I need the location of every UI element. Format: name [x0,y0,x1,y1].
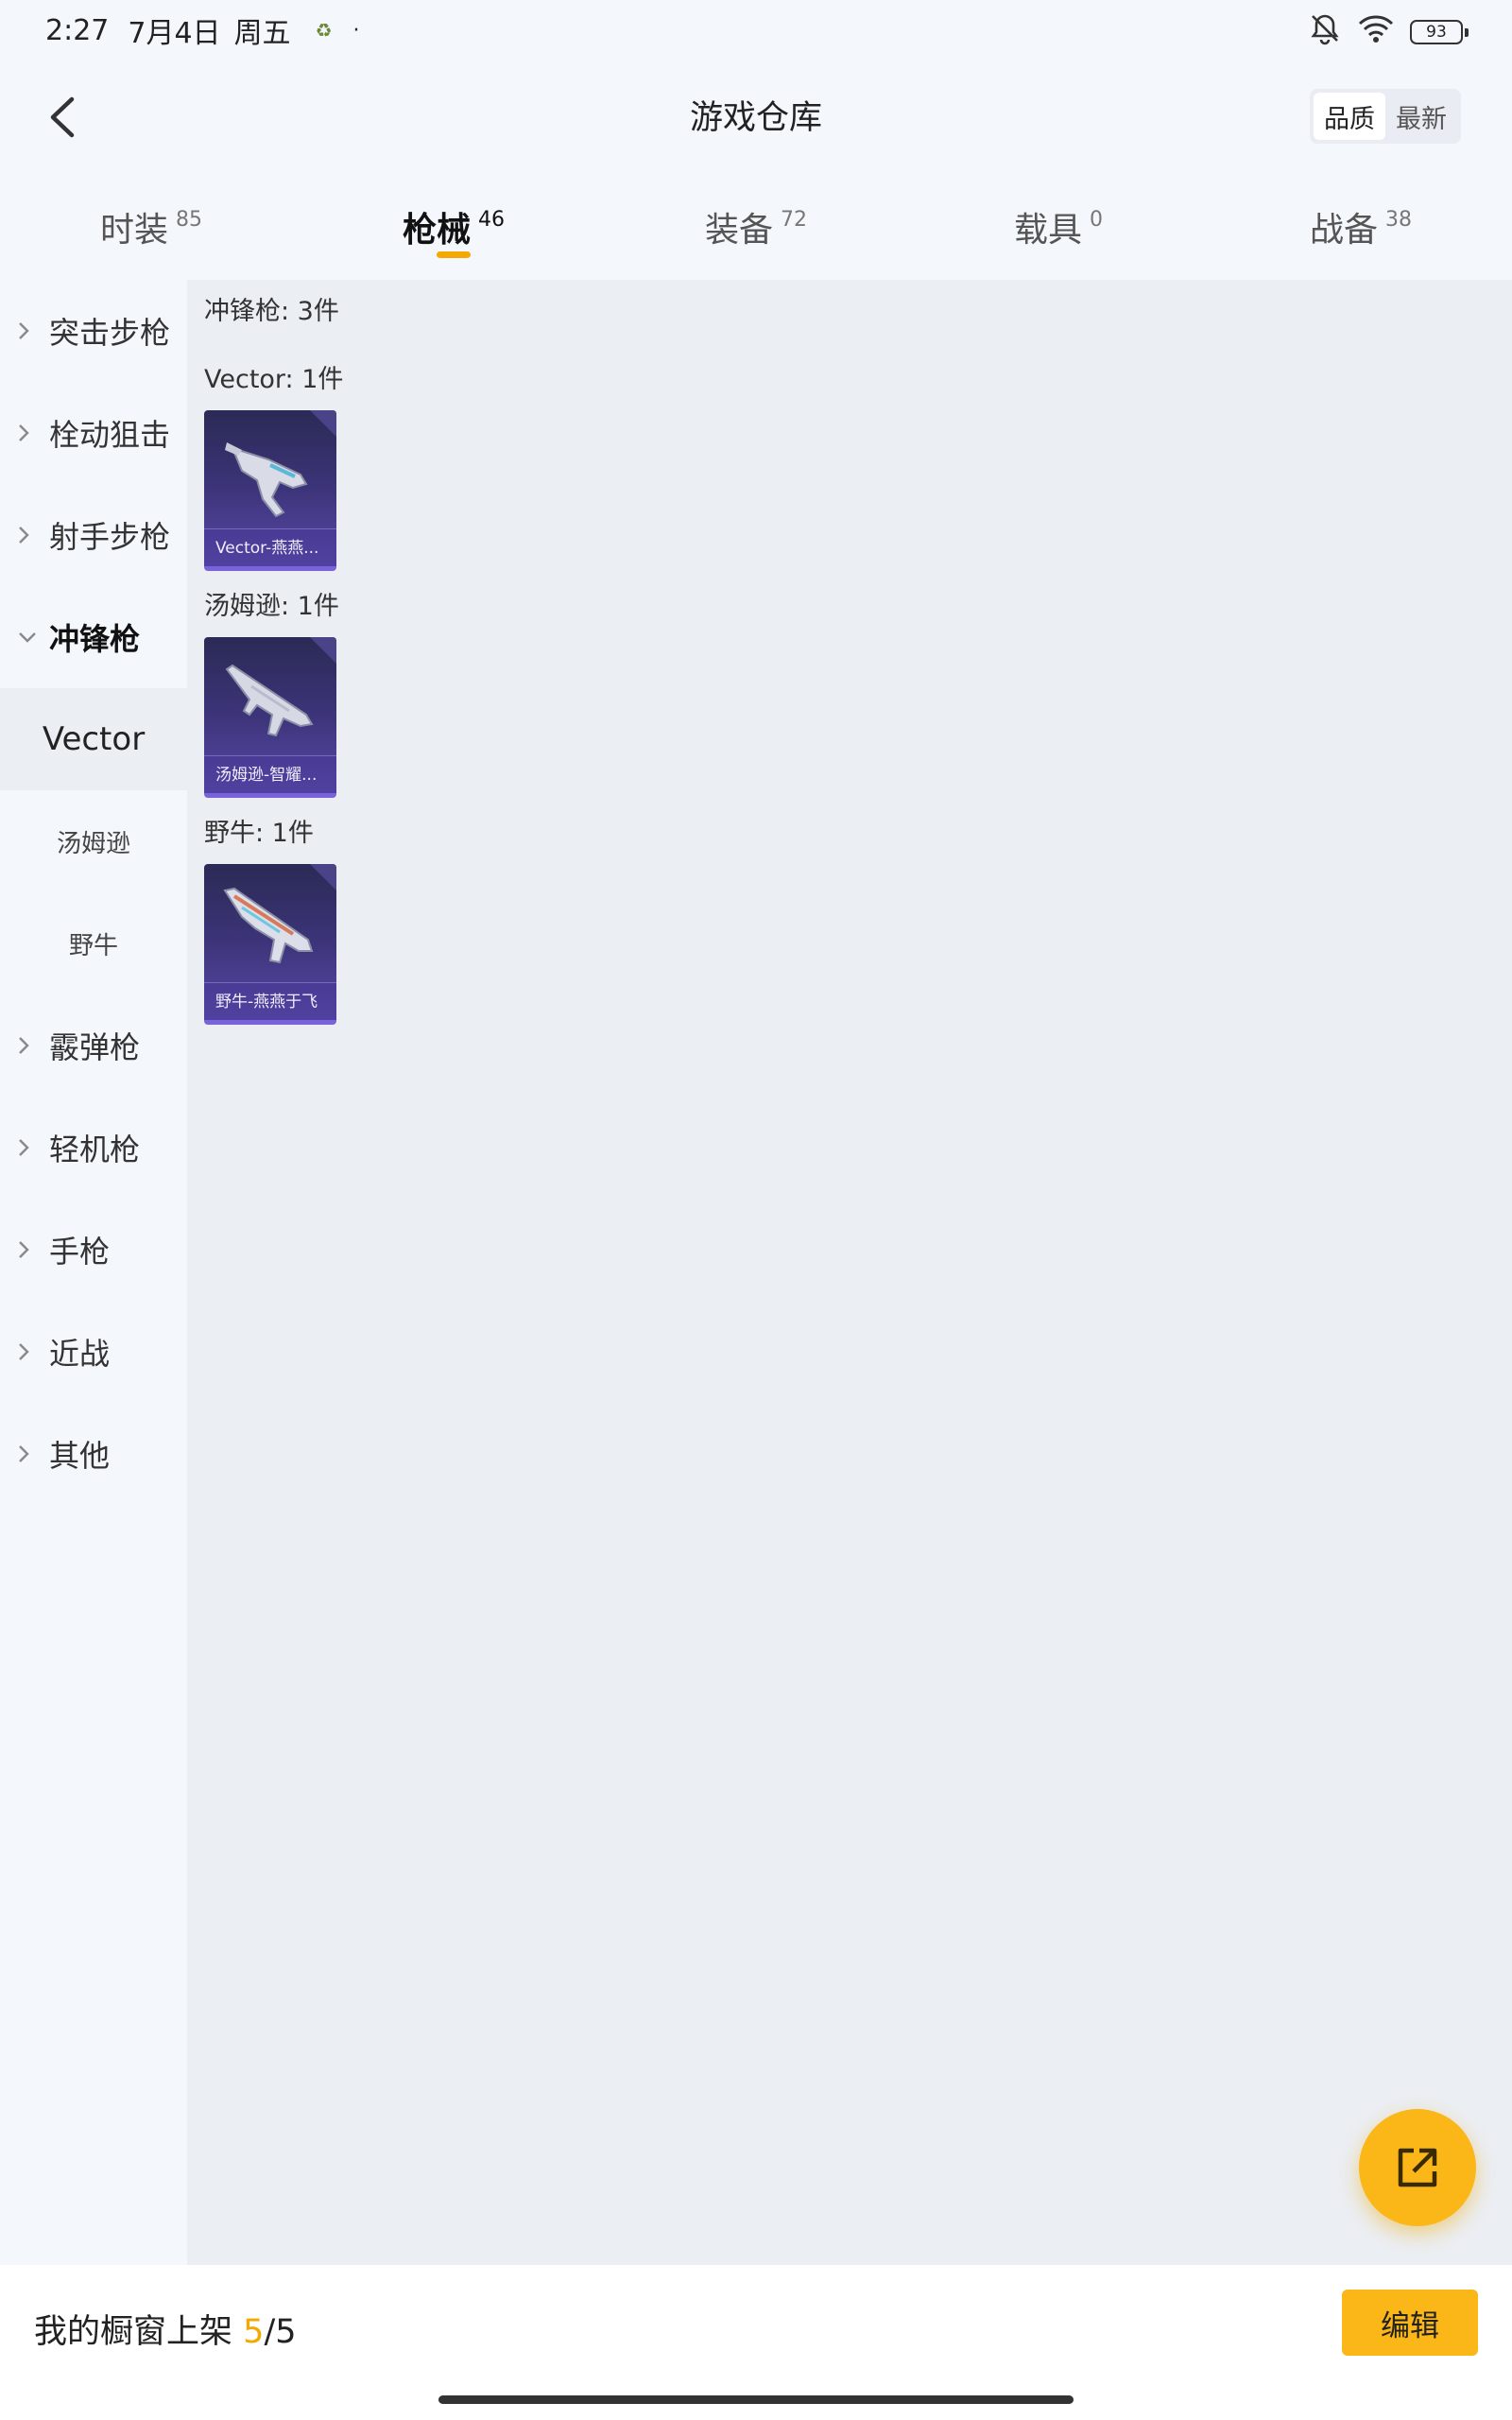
item-card-bizon[interactable]: 野牛-燕燕于飞 [204,864,336,1025]
tab-count: 46 [478,208,505,232]
tab-count: 72 [781,208,807,232]
bizon-smg-icon [223,887,314,964]
showcase-used-count: 5 [243,2313,265,2351]
weapon-category-sidebar: 突击步枪 栓动狙击 射手步枪 冲锋枪 Vector 汤姆逊 野牛 霰弹枪 轻机枪… [0,280,187,2265]
sidebar-item-melee[interactable]: 近战 [0,1301,187,1403]
header: 游戏仓库 品质 最新 [0,72,1512,163]
status-date: 7月4日 [128,17,221,50]
group-title: 汤姆逊: 1件 [204,592,339,621]
share-external-icon [1398,2148,1437,2187]
sidebar-item-label: 近战 [49,1336,111,1372]
sidebar-subitem-bizon[interactable]: 野牛 [0,892,187,994]
battery-icon: 93 [1410,20,1469,44]
chevron-right-icon [17,1236,42,1264]
item-name: 野牛-燕燕于飞 [204,982,336,1020]
group-title: Vector: 1件 [204,365,344,394]
page-title: 游戏仓库 [689,99,822,137]
sort-toggle[interactable]: 品质 最新 [1310,89,1461,144]
status-icons: 93 [1308,11,1469,53]
tab-equipment[interactable]: 装备 72 [605,189,907,274]
group-vector: Vector: 1件 Vector-燕燕... [204,363,1512,571]
sidebar-item-marksman-rifle[interactable]: 射手步枪 [0,484,187,586]
sidebar-item-label: 射手步枪 [49,519,171,555]
showcase-status: 我的橱窗上架 5/5 [34,2305,297,2353]
wifi-icon [1357,13,1395,51]
item-card-thompson[interactable]: 汤姆逊-智耀... [204,637,336,798]
item-name: 汤姆逊-智耀... [204,755,336,793]
sidebar-item-lmg[interactable]: 轻机枪 [0,1097,187,1199]
category-total: 冲锋枪: 3件 [204,297,339,326]
sidebar-subitem-thompson[interactable]: 汤姆逊 [0,790,187,892]
share-fab-button[interactable] [1359,2109,1476,2226]
sidebar-item-label: 手枪 [49,1234,111,1270]
sidebar-item-other[interactable]: 其他 [0,1403,187,1505]
group-title: 野牛: 1件 [204,819,314,848]
item-card-vector[interactable]: Vector-燕燕... [204,410,336,571]
tab-active-indicator [437,251,471,258]
bottom-bar: 我的橱窗上架 5/5 编辑 [0,2265,1512,2420]
warehouse-content: 冲锋枪: 3件 Vector: 1件 Vector-燕燕... 汤姆逊: 1件 [187,280,1512,2265]
chevron-right-icon [17,419,42,447]
mute-icon [1308,11,1342,53]
tab-guns[interactable]: 枪械 46 [302,189,605,274]
sidebar-item-label: 轻机枪 [49,1132,141,1167]
tab-label: 时装 [99,211,168,250]
showcase-label: 我的橱窗上架 [34,2313,233,2351]
chevron-down-icon [17,623,42,651]
status-weekday: 周五 [233,17,291,50]
sidebar-item-label: 冲锋枪 [49,621,141,657]
status-dot: · [352,18,360,43]
showcase-total-count: /5 [264,2313,297,2351]
tab-label: 装备 [704,211,773,250]
sidebar-item-label: 栓动狙击 [49,417,171,453]
sidebar-item-label: 其他 [49,1438,111,1474]
vector-smg-icon [225,442,308,518]
item-name: Vector-燕燕... [204,528,336,566]
sidebar-item-label: 突击步枪 [49,315,171,351]
status-bar: 2:27 7月4日 周五 ♻ · 93 [0,0,1512,60]
sort-option-latest[interactable]: 最新 [1385,93,1457,140]
home-indicator[interactable] [438,2395,1074,2404]
sidebar-item-pistol[interactable]: 手枪 [0,1199,187,1301]
status-time: 2:27 [45,13,110,47]
sidebar-item-label: 霰弹枪 [49,1029,141,1065]
chevron-right-icon [17,317,42,345]
chevron-right-icon [17,521,42,549]
sort-option-quality[interactable]: 品质 [1314,93,1385,140]
tab-count: 0 [1090,208,1103,232]
tab-count: 85 [176,208,202,232]
chevron-right-icon [17,1133,42,1162]
tab-supplies[interactable]: 战备 38 [1210,189,1512,274]
category-tabs: 时装 85 枪械 46 装备 72 载具 0 战备 38 [0,189,1512,274]
thompson-smg-icon [225,664,314,737]
sidebar-item-bolt-sniper[interactable]: 栓动狙击 [0,382,187,484]
sidebar-subitem-vector[interactable]: Vector [0,688,187,790]
edit-button[interactable]: 编辑 [1342,2290,1478,2356]
sidebar-item-smg[interactable]: 冲锋枪 [0,586,187,688]
tab-label: 枪械 [402,211,471,250]
chevron-right-icon [17,1440,42,1468]
tab-label: 战备 [1309,211,1378,250]
tab-fashion[interactable]: 时装 85 [0,189,302,274]
group-bizon: 野牛: 1件 野牛-燕燕于飞 [204,817,1512,1025]
screen: 2:27 7月4日 周五 ♻ · 93 游戏仓库 品质 最新 时装 85 枪械 … [0,0,1512,2420]
chevron-right-icon [17,1031,42,1060]
app-notification-icon: ♻ [315,19,333,42]
tab-label: 载具 [1013,211,1082,250]
tab-count: 38 [1385,208,1412,232]
chevron-right-icon [17,1338,42,1366]
tab-vehicles[interactable]: 载具 0 [907,189,1210,274]
sidebar-item-shotgun[interactable]: 霰弹枪 [0,994,187,1097]
sidebar-item-assault-rifle[interactable]: 突击步枪 [0,280,187,382]
group-thompson: 汤姆逊: 1件 汤姆逊-智耀... [204,590,1512,798]
